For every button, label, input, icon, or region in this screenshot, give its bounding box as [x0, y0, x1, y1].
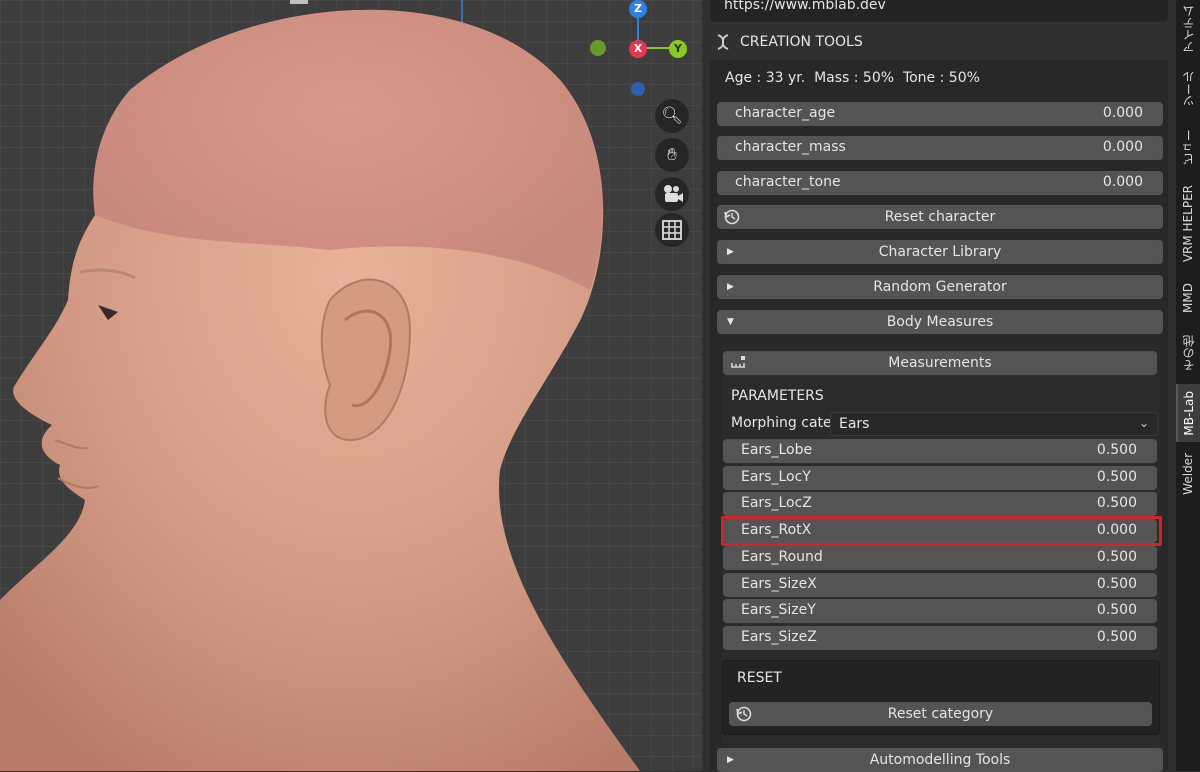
tab-label: アイテム — [1181, 5, 1196, 53]
morphing-category-label: Morphing cate.. — [731, 415, 841, 431]
body-measures-panel[interactable]: ▼ Body Measures — [717, 310, 1163, 334]
tab-other[interactable]: その他 — [1176, 326, 1200, 380]
tab-tool[interactable]: ツール — [1176, 62, 1200, 116]
character-library-label: Character Library — [878, 244, 1002, 260]
url-field[interactable]: https://www.mblab.dev — [710, 0, 1168, 22]
tab-view[interactable]: ビュー — [1176, 120, 1200, 174]
field-value: 0.000 — [1102, 105, 1143, 121]
param-label: Ears_SizeX — [741, 576, 817, 592]
tab-label: ビュー — [1181, 129, 1196, 165]
tab-item[interactable]: アイテム — [1176, 0, 1200, 58]
url-text: https://www.mblab.dev — [724, 0, 886, 13]
tab-label: VRM HELPER — [1181, 185, 1195, 263]
param-ears-sizex[interactable]: Ears_SizeX 0.500 — [723, 573, 1157, 597]
reset-heading: RESET — [737, 670, 782, 686]
camera-icon[interactable] — [655, 177, 689, 211]
tab-label: その他 — [1181, 335, 1196, 371]
tab-mb-lab[interactable]: MB-Lab — [1176, 384, 1200, 442]
param-ears-locz[interactable]: Ears_LocZ 0.500 — [723, 492, 1157, 516]
tab-welder[interactable]: Welder — [1176, 446, 1200, 502]
reset-character-button[interactable]: Reset character — [717, 205, 1163, 229]
param-ears-locy[interactable]: Ears_LocY 0.500 — [723, 466, 1157, 490]
hand-pan-icon[interactable]: ✋︎ — [655, 138, 689, 172]
param-value: 0.500 — [1096, 629, 1137, 645]
param-value: 0.500 — [1096, 549, 1137, 565]
param-value: 0.500 — [1096, 576, 1137, 592]
gizmo-neg-y-axis[interactable] — [590, 40, 606, 56]
param-ears-sizey[interactable]: Ears_SizeY 0.500 — [723, 599, 1157, 623]
tab-vrm-helper[interactable]: VRM HELPER — [1176, 178, 1200, 270]
param-value: 0.500 — [1096, 442, 1137, 458]
tab-label: Welder — [1181, 453, 1195, 495]
reset-icon — [724, 209, 740, 225]
field-label: character_mass — [735, 139, 846, 155]
reset-category-label: Reset category — [887, 706, 994, 722]
reset-category-button[interactable]: Reset category — [729, 702, 1152, 726]
head-model — [0, 0, 640, 771]
param-label: Ears_SizeZ — [741, 629, 817, 645]
gizmo-z-axis[interactable]: Z — [629, 0, 647, 18]
param-ears-lobe[interactable]: Ears_Lobe 0.500 — [723, 439, 1157, 463]
ruler-icon — [731, 356, 745, 368]
navigation-gizmo[interactable]: Z X Y — [590, 0, 690, 100]
chevron-down-icon: ⌄ — [1138, 416, 1149, 430]
measurements-label: Measurements — [888, 355, 992, 371]
param-label: Ears_Round — [741, 549, 823, 565]
expand-triangle-icon: ▶ — [727, 755, 734, 765]
creation-tools-title: CREATION TOOLS — [740, 34, 863, 50]
expand-triangle-icon: ▶ — [727, 247, 734, 257]
field-label: character_tone — [735, 174, 841, 190]
morphing-category-select[interactable]: Ears ⌄ — [830, 412, 1158, 436]
param-value: 0.500 — [1096, 495, 1137, 511]
field-label: character_age — [735, 105, 836, 121]
tab-label: MMD — [1181, 283, 1195, 313]
tab-label: ツール — [1181, 71, 1196, 107]
3d-viewport[interactable]: Z X Y 🔍︎ ✋︎ — [0, 0, 702, 771]
param-ears-round[interactable]: Ears_Round 0.500 — [723, 546, 1157, 570]
character-age-field[interactable]: character_age 0.000 — [717, 102, 1163, 126]
gizmo-neg-z-axis[interactable] — [631, 82, 645, 96]
tab-mmd[interactable]: MMD — [1176, 274, 1200, 322]
sidebar-tabs: アイテム ツール ビュー VRM HELPER MMD その他 MB-Lab W… — [1176, 0, 1200, 771]
character-summary: Age : 33 yr. Mass : 50% Tone : 50% — [725, 70, 980, 86]
character-mass-field[interactable]: character_mass 0.000 — [717, 136, 1163, 160]
zoom-icon[interactable]: 🔍︎ — [655, 99, 689, 133]
collapse-triangle-icon: ▼ — [727, 317, 734, 327]
select-value: Ears — [839, 416, 870, 432]
tab-label: MB-Lab — [1182, 390, 1196, 436]
param-ears-sizez[interactable]: Ears_SizeZ 0.500 — [723, 626, 1157, 650]
field-value: 0.000 — [1102, 139, 1143, 155]
parameters-heading: PARAMETERS — [731, 388, 824, 404]
creation-tools-header[interactable]: CREATION TOOLS — [714, 30, 863, 54]
random-generator-panel[interactable]: ▶ Random Generator — [717, 275, 1163, 299]
random-generator-label: Random Generator — [873, 279, 1007, 295]
param-value: 0.500 — [1096, 469, 1137, 485]
grid-icon[interactable] — [655, 213, 689, 247]
param-label: Ears_LocZ — [741, 495, 812, 511]
reset-icon — [736, 706, 752, 722]
character-library-panel[interactable]: ▶ Character Library — [717, 240, 1163, 264]
character-tone-field[interactable]: character_tone 0.000 — [717, 171, 1163, 195]
param-label: Ears_LocY — [741, 469, 811, 485]
dna-icon — [717, 34, 729, 50]
expand-triangle-icon: ▶ — [727, 282, 734, 292]
automodelling-tools-label: Automodelling Tools — [869, 752, 1011, 768]
field-value: 0.000 — [1102, 174, 1143, 190]
measurements-button[interactable]: Measurements — [723, 351, 1157, 375]
param-value: 0.500 — [1096, 602, 1137, 618]
highlight-box — [721, 516, 1162, 546]
param-label: Ears_SizeY — [741, 602, 816, 618]
gizmo-y-axis[interactable]: Y — [669, 40, 687, 58]
body-measures-label: Body Measures — [886, 314, 994, 330]
gizmo-x-axis[interactable]: X — [629, 40, 647, 58]
reset-character-label: Reset character — [884, 209, 996, 225]
automodelling-tools-panel[interactable]: ▶ Automodelling Tools — [717, 748, 1163, 772]
param-label: Ears_Lobe — [741, 442, 813, 458]
